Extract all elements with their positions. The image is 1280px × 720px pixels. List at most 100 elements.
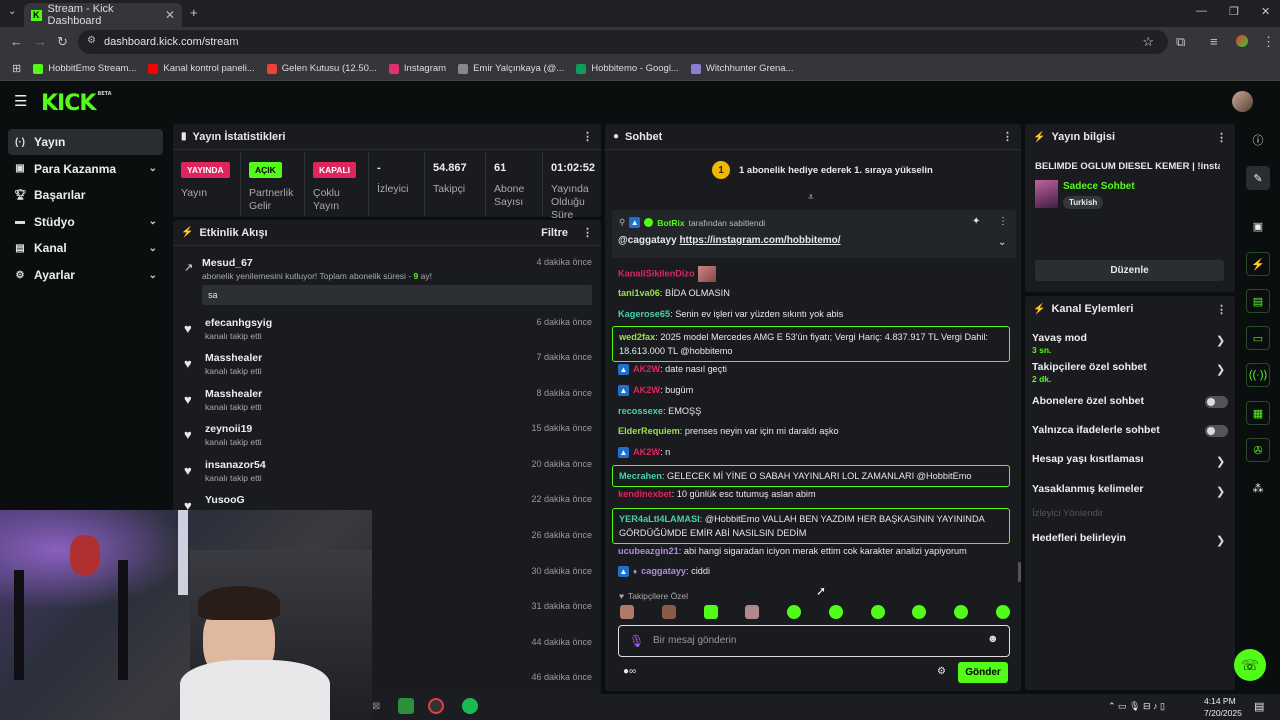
channel-action-label[interactable]: Hesap yaşı kısıtlaması	[1032, 453, 1144, 465]
chevron-right-icon[interactable]: ❯	[1216, 534, 1225, 547]
chat-username[interactable]: YER4aLtI4LAMASI	[619, 514, 700, 524]
chevron-down-icon[interactable]: ⌄	[149, 243, 157, 254]
bookmark-item[interactable]: Gelen Kutusu (12.50...	[266, 63, 377, 74]
support-headset-icon[interactable]: ☏	[1234, 649, 1266, 681]
emote-icon[interactable]	[745, 605, 760, 619]
sidebar-item-2[interactable]: 🏆︎ Başarılar	[8, 182, 163, 208]
chat-username[interactable]: ucubeazgin21	[618, 546, 679, 556]
sidebar-item-4[interactable]: ▤ Kanal ⌄	[8, 235, 163, 261]
channel-actions-menu-icon[interactable]: ⋮	[1216, 303, 1227, 316]
sidebar-item-0[interactable]: (·) Yayın	[8, 129, 163, 155]
sidebar-item-1[interactable]: ▣ Para Kazanma ⌄	[8, 156, 163, 182]
profile-icon[interactable]	[1236, 35, 1248, 47]
activity-event[interactable]: ♥ insanazor54 kanalı takip etti 20 dakika ö…	[184, 459, 595, 489]
restore-icon[interactable]: ❐	[1229, 5, 1239, 18]
chevron-right-icon[interactable]: ❯	[1216, 334, 1225, 347]
chevron-down-icon[interactable]: ⌄	[149, 216, 157, 227]
emote-icon[interactable]	[954, 605, 969, 619]
apps-grid-icon[interactable]: ⊞	[12, 62, 21, 75]
emote-icon[interactable]	[787, 605, 802, 619]
chat-message[interactable]: ElderRequiem: prenses neyin var için mi …	[612, 426, 1012, 436]
filter-button[interactable]: Filtre	[541, 227, 568, 239]
microphone-icon[interactable]: 🎙︎	[629, 634, 644, 648]
emoji-icon[interactable]: ☻	[987, 633, 999, 645]
chat-username[interactable]: caggatayy	[641, 566, 686, 576]
clock-time[interactable]: 4:14 PM	[1204, 696, 1236, 706]
chat-message[interactable]: ▲ ♦ caggatayy: ciddi	[612, 566, 1012, 578]
broadcast-icon[interactable]: ((·))	[1246, 363, 1270, 387]
chat-message[interactable]: ▲ AK2W: bugüm	[612, 385, 1012, 397]
taskbar-spotify-icon[interactable]	[462, 698, 478, 714]
stats-menu-icon[interactable]: ⋮	[582, 130, 593, 143]
back-icon[interactable]: ←	[10, 34, 23, 49]
channel-action-label[interactable]: Hedefleri belirleyin	[1032, 532, 1126, 544]
sidebar-item-5[interactable]: ⚙ Ayarlar ⌄	[8, 262, 163, 288]
taskbar-app-icon[interactable]: ⊠	[372, 701, 380, 712]
chat-message[interactable]: KanaliSikilenDizo	[612, 266, 1012, 282]
chevron-down-icon[interactable]: ⌄	[149, 270, 157, 281]
emote-icon[interactable]	[703, 605, 718, 619]
bookmark-item[interactable]: Instagram	[388, 63, 446, 74]
kick-logo[interactable]: KICK BETA	[41, 91, 112, 116]
taskbar-streaming-app-icon[interactable]	[398, 698, 414, 714]
toggle-switch[interactable]	[1205, 425, 1228, 437]
channel-action-label[interactable]: Takipçilere özel sohbet	[1032, 361, 1147, 373]
chat-scrollbar[interactable]	[1018, 562, 1021, 582]
chat-message[interactable]: Mecrahen: GELECEK Mİ YİNE O SABAH YAYINL…	[612, 465, 1010, 487]
layout-icon[interactable]: ▦	[1246, 401, 1270, 425]
unpin-icon[interactable]: ✦	[972, 216, 980, 227]
pinned-menu-icon[interactable]: ⋮	[998, 216, 1008, 227]
chat-username[interactable]: AK2W	[633, 364, 660, 374]
tab-search-icon[interactable]: ⌄	[8, 6, 16, 17]
emote-icon[interactable]	[661, 605, 676, 619]
camera-icon[interactable]: ▣	[1246, 214, 1270, 238]
chevron-down-icon[interactable]: ⌄	[149, 163, 157, 174]
emote-icon[interactable]	[870, 605, 885, 619]
chat-username[interactable]: recossexe	[618, 406, 663, 416]
activity-menu-icon[interactable]: ⋮	[582, 226, 593, 239]
bolt-icon[interactable]: ⚡	[1246, 252, 1270, 276]
reload-icon[interactable]: ↻	[57, 34, 68, 50]
user-avatar[interactable]	[1232, 91, 1253, 112]
url-field[interactable]: ⚙ dashboard.kick.com/stream ☆	[78, 30, 1168, 54]
tab-close-icon[interactable]: ✕	[165, 8, 175, 22]
send-button[interactable]: Gönder	[958, 662, 1008, 683]
scroll-down-icon[interactable]: ⩡	[808, 192, 814, 203]
pinned-by-user[interactable]: BotRix	[657, 218, 684, 228]
site-info-icon[interactable]: ⚙	[87, 35, 96, 46]
pinned-message[interactable]: ⚲ ▲ BotRix tarafından sabitlendi ✦ ⋮ @ca…	[612, 210, 1016, 258]
extensions-icon[interactable]: ⧉	[1176, 34, 1185, 50]
toggle-switch[interactable]	[1205, 396, 1228, 408]
pinned-link[interactable]: https://instagram.com/hobbitemo/	[679, 235, 840, 246]
chat-username[interactable]: ElderRequiem	[618, 426, 680, 436]
forward-icon[interactable]: →	[34, 34, 47, 49]
chat-username[interactable]: AK2W	[633, 385, 660, 395]
edit-button[interactable]: Düzenle	[1035, 260, 1224, 281]
chat-username[interactable]: AK2W	[633, 447, 660, 457]
bookmark-item[interactable]: Hobbitemo - Googl...	[576, 63, 679, 74]
chat-username[interactable]: Mecrahen	[619, 471, 662, 481]
emote-icon[interactable]	[995, 605, 1010, 619]
pinned-mention[interactable]: @caggatayy	[618, 235, 677, 246]
category-name[interactable]: Sadece Sohbet	[1063, 181, 1135, 192]
activity-event[interactable]: ↗ Mesud_67 abonelik yenilemesini kutluyor!…	[184, 257, 595, 305]
category-thumbnail[interactable]	[1035, 180, 1058, 208]
bookmark-item[interactable]: Kanal kontrol paneli...	[148, 63, 255, 74]
tray-icons[interactable]: ⌃ ▭ 🎙︎ ⊟ ♪ ▯	[1108, 701, 1165, 712]
hamburger-menu-icon[interactable]: ☰	[14, 92, 27, 110]
minimize-icon[interactable]: —	[1196, 5, 1207, 17]
edit-icon[interactable]: ✎	[1246, 166, 1270, 190]
chat-message[interactable]: ucubeazgin21: abi hangi sigaradan iciyon…	[612, 546, 1012, 556]
document-icon[interactable]: ▤	[1246, 289, 1270, 313]
chat-icon[interactable]: ▭	[1246, 326, 1270, 350]
emote-icon[interactable]	[828, 605, 843, 619]
notification-icon[interactable]: ▤	[1254, 700, 1264, 713]
chevron-right-icon[interactable]: ❯	[1216, 455, 1225, 468]
chat-username[interactable]: Kagerose65	[618, 309, 670, 319]
chevron-right-icon[interactable]: ❯	[1216, 363, 1225, 376]
chat-menu-icon[interactable]: ⋮	[1002, 130, 1013, 143]
sidebar-item-3[interactable]: ▬ Stüdyo ⌄	[8, 209, 163, 235]
chat-message[interactable]: ▲ AK2W: n	[612, 447, 1012, 459]
chat-message[interactable]: kendinexbet: 10 günlük esc tutumuş aslan…	[612, 489, 1012, 499]
bookmark-star-icon[interactable]: ☆	[1142, 34, 1154, 50]
